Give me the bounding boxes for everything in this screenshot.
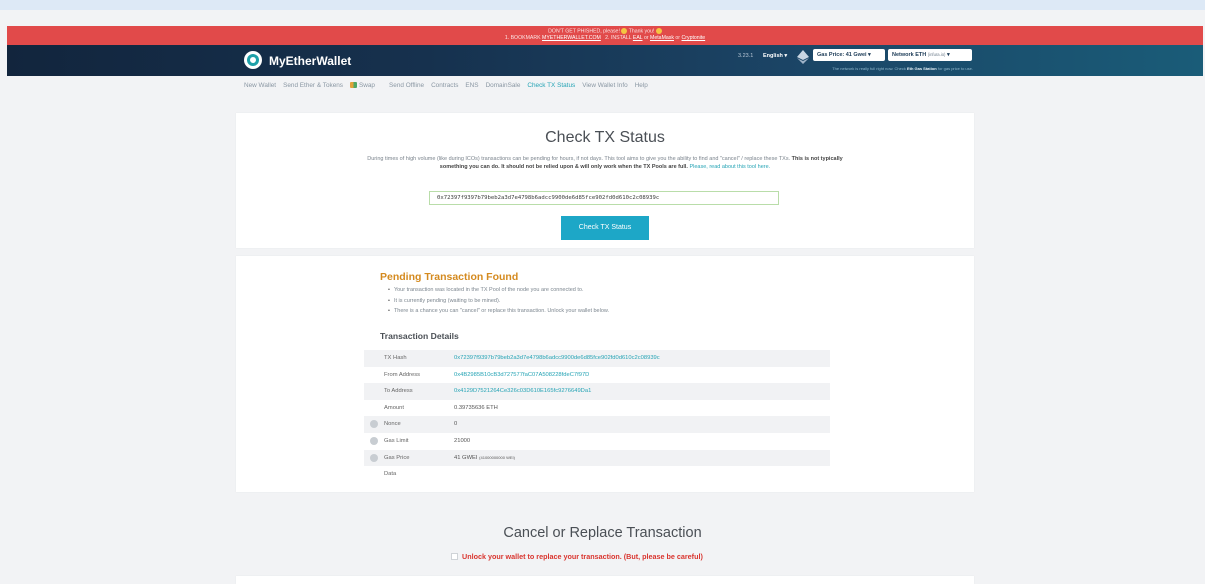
nav-ens[interactable]: ENS bbox=[465, 82, 478, 89]
or-text: or bbox=[643, 35, 649, 42]
row-label: Gas Limit bbox=[384, 437, 409, 444]
mew-logo-icon[interactable] bbox=[244, 51, 262, 69]
table-row: Nonce 0 bbox=[364, 416, 830, 433]
row-label: To Address bbox=[384, 388, 413, 395]
tx-hash-input[interactable]: 0x72397f9397b79beb2a3d7e4798b6adcc9900de… bbox=[429, 191, 779, 205]
pending-bullets: Your transaction was located in the TX P… bbox=[388, 287, 609, 319]
check-description: During times of high volume (like during… bbox=[356, 155, 854, 171]
help-icon[interactable] bbox=[370, 453, 378, 462]
gas-limit-value: 21000 bbox=[454, 437, 471, 444]
table-row: TX Hash 0x72397f9397b79beb2a3d7e4798b6ad… bbox=[364, 350, 830, 367]
network-provider: (infura.io) bbox=[927, 52, 946, 57]
check-tx-card: Check TX Status During times of high vol… bbox=[236, 113, 974, 248]
gas-price-wei: (41000000000 WEI) bbox=[479, 454, 515, 460]
version-label: 3.23.1 bbox=[738, 53, 754, 59]
help-icon[interactable] bbox=[370, 420, 378, 429]
bookmark-text: 1. BOOKMARK bbox=[504, 35, 541, 42]
read-about-link[interactable]: Please, read about this tool here. bbox=[689, 164, 770, 170]
ethereum-icon bbox=[797, 50, 809, 64]
nonce-value: 0 bbox=[454, 421, 458, 428]
nav-contracts[interactable]: Contracts bbox=[431, 82, 458, 89]
to-address-link[interactable]: 0x4129D7521264Ce326c03D610E165fc9276649D… bbox=[454, 388, 591, 394]
nav-domainsale[interactable]: DomainSale bbox=[486, 82, 521, 89]
bullet-item: It is currently pending (waiting to be m… bbox=[388, 298, 609, 304]
brand-name[interactable]: MyEtherWallet bbox=[269, 54, 351, 68]
table-row: From Address 0x4B2985B10cB3d727577faC07A… bbox=[364, 367, 830, 384]
install-text: 2. INSTALL bbox=[605, 35, 632, 42]
nav-help[interactable]: Help bbox=[635, 82, 648, 89]
help-icon[interactable] bbox=[370, 436, 378, 445]
emoji-icon bbox=[621, 28, 628, 34]
table-row: Amount 0.39735636 ETH bbox=[364, 400, 830, 417]
or-text-2: or bbox=[675, 35, 681, 42]
cryptonite-link[interactable]: Cryptonite bbox=[682, 35, 706, 41]
header-bar: MyEtherWallet 3.23.1 English ▾ Gas Price… bbox=[7, 45, 1203, 76]
gas-note-prefix: The network is really full right now. Ch… bbox=[832, 66, 906, 71]
smile-icon bbox=[655, 28, 662, 34]
tx-hash-link[interactable]: 0x72397f9397b79beb2a3d7e4798b6adcc9900de… bbox=[454, 355, 660, 361]
pending-title: Pending Transaction Found bbox=[380, 271, 519, 283]
browser-top-strip bbox=[0, 0, 1205, 10]
amount-value: 0.39735636 ETH bbox=[454, 404, 498, 411]
language-dropdown[interactable]: English ▾ bbox=[763, 53, 787, 59]
gas-price-label: Gas Price: 41 Gwei bbox=[817, 52, 867, 58]
metamask-link[interactable]: MetaMask bbox=[650, 35, 674, 41]
gas-price-dropdown[interactable]: Gas Price: 41 Gwei ▾ bbox=[813, 49, 885, 61]
unlock-wallet-text: Unlock your wallet to replace your trans… bbox=[462, 552, 703, 561]
gas-price-gwei: 41 GWEI bbox=[454, 454, 478, 461]
bullet-item: Your transaction was located in the TX P… bbox=[388, 287, 609, 293]
gas-note-suffix: for gas price to use. bbox=[937, 66, 973, 71]
nav-new-wallet[interactable]: New Wallet bbox=[244, 82, 276, 89]
network-label: Network ETH bbox=[892, 52, 927, 58]
nav-check-tx-status[interactable]: Check TX Status bbox=[527, 82, 575, 89]
network-dropdown[interactable]: Network ETH (infura.io) ▾ bbox=[888, 49, 972, 61]
nav-swap[interactable]: Swap bbox=[350, 82, 382, 89]
thanks-text: Thank you! bbox=[628, 28, 655, 35]
unlock-wallet-toggle[interactable]: Unlock your wallet to replace your trans… bbox=[451, 552, 703, 561]
check-tx-status-button[interactable]: Check TX Status bbox=[561, 216, 649, 240]
table-row: Gas Limit 21000 bbox=[364, 433, 830, 450]
eth-gas-station-link[interactable]: Eth Gas Station bbox=[907, 66, 937, 71]
table-row: To Address 0x4129D7521264Ce326c03D610E16… bbox=[364, 383, 830, 400]
row-label: Nonce bbox=[384, 421, 401, 428]
table-row: Data bbox=[364, 466, 830, 483]
nav-send-ether-tokens[interactable]: Send Ether & Tokens bbox=[283, 82, 343, 89]
phishing-warning-banner: DON'T GET PHISHED, please! Thank you! 1.… bbox=[7, 26, 1203, 45]
unlock-card bbox=[236, 576, 974, 584]
table-row: Gas Price 41 GWEI (41000000000 WEI) bbox=[364, 449, 830, 467]
row-label: Data bbox=[384, 471, 397, 478]
transaction-details-table: TX Hash 0x72397f9397b79beb2a3d7e4798b6ad… bbox=[364, 350, 830, 483]
row-label: From Address bbox=[384, 371, 421, 378]
nav-send-offline[interactable]: Send Offline bbox=[389, 82, 424, 89]
warning-text: DON'T GET PHISHED, please! bbox=[548, 28, 620, 35]
desc-plain: During times of high volume (like during… bbox=[367, 156, 791, 162]
from-address-link[interactable]: 0x4B2985B10cB3d727577faC07A508228fdeC7f9… bbox=[454, 372, 589, 378]
gas-note: The network is really full right now. Ch… bbox=[767, 66, 973, 71]
mew-link[interactable]: MYETHERWALLET.COM bbox=[542, 35, 601, 41]
transaction-details-title: Transaction Details bbox=[380, 331, 459, 341]
pending-tx-card: Pending Transaction Found Your transacti… bbox=[236, 256, 974, 492]
row-label: Amount bbox=[384, 404, 404, 411]
nav-swap-label: Swap bbox=[359, 82, 375, 89]
page-title: Check TX Status bbox=[545, 129, 665, 146]
nav-view-wallet-info[interactable]: View Wallet Info bbox=[582, 82, 627, 89]
cancel-replace-title: Cancel or Replace Transaction bbox=[503, 525, 702, 541]
expand-checkbox-icon[interactable] bbox=[451, 553, 458, 560]
row-label: TX Hash bbox=[384, 355, 407, 361]
main-nav: New Wallet Send Ether & Tokens Swap Send… bbox=[244, 82, 655, 89]
language-label: English bbox=[763, 53, 783, 59]
swap-icon bbox=[350, 82, 357, 89]
row-label: Gas Price bbox=[384, 454, 410, 461]
gas-price-value: 41 GWEI (41000000000 WEI) bbox=[454, 455, 515, 461]
bullet-item: There is a chance you can "cancel" or re… bbox=[388, 308, 609, 314]
eal-link[interactable]: EAL bbox=[633, 35, 643, 41]
